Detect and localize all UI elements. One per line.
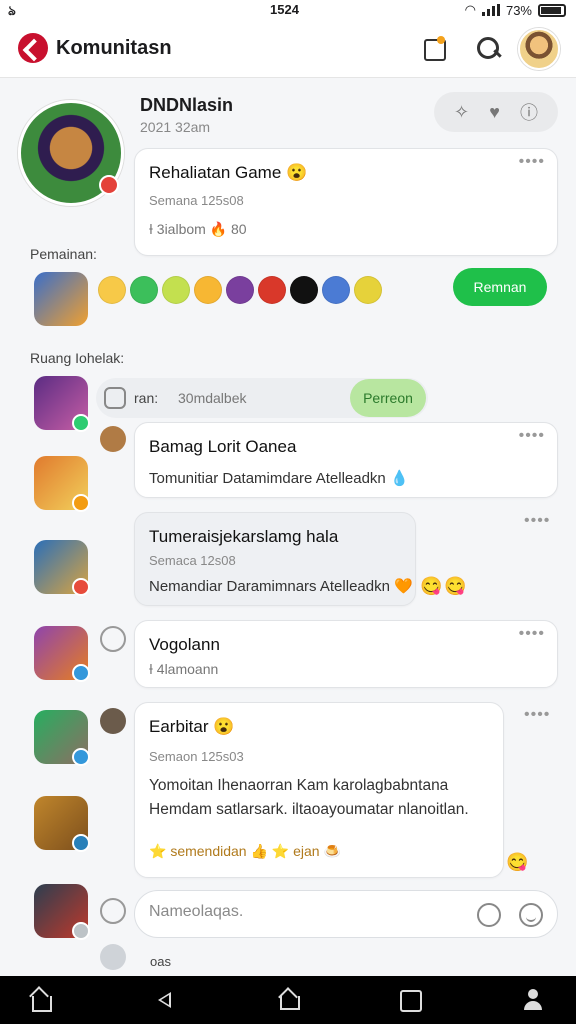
profile-date: 2021 32am xyxy=(140,119,211,135)
post-card[interactable]: •••• Bamag Lorit Oanea Tomunitiar Datami… xyxy=(134,422,558,498)
user-avatar[interactable] xyxy=(518,28,560,70)
bottom-navigation xyxy=(0,976,576,1024)
profile-actions: ✧ ♥ ⓘ xyxy=(434,92,558,132)
battery-percent: 73% xyxy=(505,2,532,18)
post-title: Tumeraisjekarslamg hala xyxy=(149,527,339,546)
post-subtitle: Semaca 12s08 xyxy=(149,553,236,568)
app-logo-icon[interactable] xyxy=(18,33,48,63)
mini-avatar[interactable] xyxy=(100,708,126,734)
emoji-icon[interactable] xyxy=(322,276,350,304)
message-composer xyxy=(134,890,558,938)
reaction-row xyxy=(98,276,382,304)
filter-label: ran: xyxy=(134,390,159,406)
post-title: Bamag Lorit Oanea xyxy=(149,437,297,456)
filter-bar: ran: 30mdalbek Perreon xyxy=(96,378,428,418)
post-meta: Ɨ 3ialbom 🔥 80 xyxy=(149,221,247,237)
profile-icon[interactable] xyxy=(522,988,546,1012)
post-card[interactable]: Earbitar 😮 Semaon 125s03 Yomoitan Ihenao… xyxy=(134,702,504,878)
post-title: Rehaliatan Game 😮 xyxy=(149,163,308,182)
signal-icon xyxy=(481,4,500,16)
join-button[interactable]: Remnan xyxy=(453,268,547,306)
reaction-emoji[interactable]: 😋 xyxy=(506,852,528,873)
refresh-icon[interactable] xyxy=(100,898,126,924)
member-avatar[interactable] xyxy=(34,376,90,432)
pin-icon[interactable]: ✧ xyxy=(454,102,469,123)
more-options-icon[interactable]: •••• xyxy=(524,512,550,530)
emoji-picker-icon[interactable] xyxy=(519,903,543,927)
reaction-icon[interactable] xyxy=(100,626,126,652)
filter-pill[interactable]: Perreon xyxy=(350,379,426,417)
reaction-emoji[interactable]: 😋 xyxy=(444,576,466,597)
mini-avatar[interactable] xyxy=(100,426,126,452)
emoji-icon[interactable] xyxy=(130,276,158,304)
wifi-icon: ◠ xyxy=(464,2,476,17)
info-icon[interactable]: ⓘ xyxy=(520,99,538,125)
status-right: ◠ 73% xyxy=(465,2,566,18)
filter-value[interactable]: 30mdalbek xyxy=(178,390,247,406)
member-avatar[interactable] xyxy=(34,540,90,596)
more-options-icon[interactable]: •••• xyxy=(524,706,550,724)
status-time: 1524 xyxy=(270,2,299,17)
post-card[interactable]: •••• Rehaliatan Game 😮 Semana 125s08 Ɨ 3… xyxy=(134,148,558,256)
game-thumbnail[interactable] xyxy=(34,272,88,326)
footer-text: oas xyxy=(150,954,171,969)
home-nav-icon[interactable] xyxy=(276,988,300,1012)
post-body: Hemdam satlarsark. iltaoayoumatar nlanoi… xyxy=(149,801,469,818)
app-title: Komunitasn xyxy=(56,37,172,59)
more-options-icon[interactable]: •••• xyxy=(519,625,545,643)
post-subtitle: Semana 125s08 xyxy=(149,193,244,208)
home-icon[interactable] xyxy=(28,988,52,1012)
emoji-icon[interactable] xyxy=(354,276,382,304)
emoji-icon[interactable] xyxy=(290,276,318,304)
message-input[interactable] xyxy=(149,903,469,921)
profile-name: DNDNlasin xyxy=(140,95,234,115)
post-line: Nemandiar Daramimnars Atelleadkn 🧡 xyxy=(149,578,413,595)
post-line: Tomunitiar Datamimdare Atelleadkn 💧 xyxy=(149,470,409,487)
status-badge xyxy=(99,175,119,195)
member-avatar[interactable] xyxy=(34,884,90,940)
mini-avatar[interactable] xyxy=(100,944,126,970)
attach-icon[interactable] xyxy=(477,903,501,927)
section-label: Ruang Iohelak: xyxy=(30,350,125,366)
post-card[interactable]: •••• Vogolann Ɨ 4lamoann xyxy=(134,620,558,688)
post-title: Vogolann xyxy=(149,635,220,654)
post-meta: Ɨ 4lamoann xyxy=(149,661,219,677)
more-options-icon[interactable]: •••• xyxy=(519,153,545,171)
emoji-icon[interactable] xyxy=(226,276,254,304)
search-icon[interactable] xyxy=(474,34,504,64)
section-label: Pemainan: xyxy=(30,246,97,262)
member-avatar[interactable] xyxy=(34,710,90,766)
status-bar: ঌ 1524 ◠ 73% xyxy=(0,0,576,22)
recent-apps-icon[interactable] xyxy=(398,988,422,1012)
status-left-glyph: ঌ xyxy=(8,3,16,18)
app-header: Komunitasn xyxy=(0,22,576,78)
post-body: Yomoitan Ihenaorran Kam karolagbabntana xyxy=(149,777,449,794)
heart-icon[interactable]: ♥ xyxy=(489,102,500,123)
emoji-icon[interactable] xyxy=(194,276,222,304)
emoji-icon[interactable] xyxy=(162,276,190,304)
back-icon[interactable] xyxy=(154,988,178,1012)
post-subtitle: Semaon 125s03 xyxy=(149,749,244,764)
emoji-icon[interactable] xyxy=(258,276,286,304)
battery-icon xyxy=(538,3,566,17)
emoji-icon[interactable] xyxy=(98,276,126,304)
post-card[interactable]: Tumeraisjekarslamg hala Semaca 12s08 Nem… xyxy=(134,512,416,606)
post-footer: ⭐ semendidan 👍 ⭐ ejan 🍮 xyxy=(149,843,341,859)
member-avatar[interactable] xyxy=(34,796,90,852)
member-avatar[interactable] xyxy=(34,626,90,682)
post-title: Earbitar 😮 xyxy=(149,717,235,736)
group-icon[interactable] xyxy=(104,387,126,409)
reaction-emoji[interactable]: 😋 xyxy=(420,576,442,597)
notifications-icon[interactable] xyxy=(420,34,450,64)
member-avatar[interactable] xyxy=(34,456,90,512)
more-options-icon[interactable]: •••• xyxy=(519,427,545,445)
profile-avatar[interactable] xyxy=(18,100,124,206)
